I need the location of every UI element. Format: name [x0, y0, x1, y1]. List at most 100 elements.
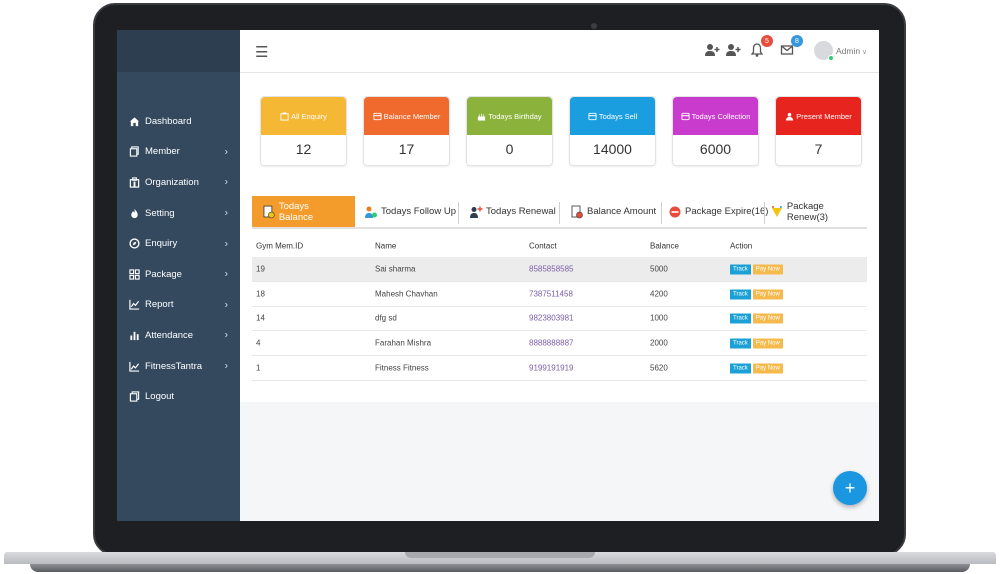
notification-bell-icon[interactable]: 5	[750, 35, 773, 60]
track-button[interactable]: Track	[730, 338, 751, 349]
sidebar-item-label: Enquiry	[145, 238, 178, 250]
table-row: 1 Fitness Fitness 9199191919 5620 Track P…	[252, 356, 867, 381]
card-all-enquiry[interactable]: All Enquiry 12	[260, 96, 347, 166]
sidebar-item-label: Report	[145, 299, 174, 311]
pay-now-button[interactable]: Pay Now	[752, 313, 783, 324]
chevron-right-icon: ›	[224, 238, 228, 250]
renewal-user-icon	[470, 206, 483, 218]
card-header: Todays Birthday	[467, 97, 552, 135]
card-label: Todays Birthday	[488, 111, 542, 121]
sidebar-item-attendance[interactable]: Attendance ›	[117, 320, 240, 351]
column-header: Name	[375, 241, 397, 251]
chevron-right-icon: ›	[224, 299, 228, 311]
present-member-icon	[786, 112, 794, 121]
track-button[interactable]: Track	[730, 289, 751, 300]
sidebar-item-label: Logout	[145, 391, 175, 403]
tab-balance-amount[interactable]: Balance Amount	[570, 196, 656, 227]
contact-link[interactable]: 8585858585	[529, 264, 574, 273]
member-id: 19	[256, 264, 265, 274]
row-actions: Track Pay Now	[730, 263, 783, 275]
card-value: 0	[505, 141, 514, 157]
sidebar-item-dashboard[interactable]: Dashboard	[117, 106, 240, 137]
track-button[interactable]: Track	[730, 313, 751, 324]
add-fab-button[interactable]: +	[833, 471, 867, 505]
pay-now-button[interactable]: Pay Now	[752, 363, 783, 374]
tab-package-renew[interactable]: Package Renew(3)	[770, 196, 867, 227]
hamburger-menu-icon[interactable]: ☰	[255, 43, 268, 61]
member-id: 1	[256, 363, 261, 373]
user-menu[interactable]: Admin ∨	[836, 46, 867, 56]
contact-link[interactable]: 9199191919	[529, 364, 574, 373]
tab-label: Package Renew(3)	[786, 200, 829, 223]
card-value: 12	[295, 141, 312, 157]
column-header: Balance	[650, 241, 679, 251]
member-id: 14	[256, 313, 265, 323]
chevron-right-icon: ›	[224, 329, 228, 341]
sidebar-item-label: Member	[145, 146, 180, 158]
tab-label: Todays Renewal	[486, 206, 556, 217]
track-button[interactable]: Track	[730, 264, 751, 275]
tab-package-expire[interactable]: Package Expire(16)	[668, 196, 768, 227]
sidebar: Dashboard Member › Organization › Settin…	[117, 30, 240, 521]
card-header: All Enquiry	[261, 97, 346, 135]
topbar: ☰ 5 8 Admin ∨	[240, 30, 879, 73]
pay-now-button[interactable]: Pay Now	[752, 264, 783, 275]
balance-doc-icon	[263, 205, 275, 218]
sidebar-item-label: Setting	[145, 207, 175, 219]
tab-todays-renewal[interactable]: Todays Renewal	[469, 196, 556, 227]
card-present-member[interactable]: Present Member 7	[775, 96, 862, 166]
card-header: Todays Collection	[673, 97, 758, 135]
balance-value: 5000	[650, 264, 668, 274]
card-balance-member[interactable]: Balance Member 17	[363, 96, 450, 166]
contact-link[interactable]: 8888888887	[529, 339, 574, 348]
sidebar-item-package[interactable]: Package ›	[117, 259, 240, 290]
contact-link[interactable]: 7387511458	[529, 289, 573, 298]
pay-now-button[interactable]: Pay Now	[752, 338, 783, 349]
card-label: Present Member	[796, 111, 852, 121]
column-header: Action	[730, 241, 753, 251]
table-row: 14 dfg sd 9823803981 1000 Track Pay Now	[252, 307, 867, 332]
avatar[interactable]	[814, 41, 834, 61]
sidebar-nav: Dashboard Member › Organization › Settin…	[117, 106, 240, 412]
pay-now-button[interactable]: Pay Now	[752, 289, 783, 300]
sidebar-item-setting[interactable]: Setting ›	[117, 198, 240, 229]
follow-up-icon	[365, 206, 377, 218]
notification-badge: 5	[761, 35, 773, 47]
balance-card-icon	[373, 112, 382, 120]
card-label: All Enquiry	[291, 111, 327, 121]
user-name: Admin	[836, 46, 861, 56]
card-todays-collection[interactable]: Todays Collection 6000	[672, 96, 759, 166]
balance-value: 2000	[650, 338, 668, 348]
sidebar-item-logout[interactable]: Logout	[117, 381, 240, 412]
card-label: Balance Member	[383, 111, 441, 121]
balance-amount-icon	[571, 205, 583, 218]
card-value: 14000	[593, 141, 632, 157]
row-actions: Track Pay Now	[730, 363, 783, 374]
contact-link[interactable]: 9823803981	[529, 314, 574, 323]
sidebar-item-organization[interactable]: Organization ›	[117, 167, 240, 198]
sidebar-item-enquiry[interactable]: Enquiry ›	[117, 228, 240, 259]
member-name: Farahan Mishra	[375, 338, 432, 348]
balance-value: 4200	[650, 289, 668, 299]
sidebar-item-member[interactable]: Member ›	[117, 137, 240, 168]
card-label: Todays Sell	[598, 111, 638, 121]
row-actions: Track Pay Now	[730, 288, 783, 300]
tab-todays-follow-up[interactable]: Todays Follow Up	[364, 196, 456, 227]
chevron-right-icon: ›	[224, 146, 228, 158]
column-header: Contact	[529, 241, 557, 251]
card-header: Present Member	[776, 97, 861, 135]
card-todays-sell[interactable]: Todays Sell 14000	[569, 96, 656, 166]
track-button[interactable]: Track	[730, 363, 751, 374]
message-icon[interactable]: 8	[780, 35, 803, 60]
message-badge: 8	[791, 35, 803, 47]
chevron-right-icon: ›	[224, 207, 228, 219]
tab-label: Todays Follow Up	[381, 206, 456, 217]
member-name: Mahesh Chavhan	[375, 289, 438, 299]
sidebar-item-fitnesstantra[interactable]: FitnessTantra ›	[117, 351, 240, 382]
add-member-icon[interactable]	[725, 42, 743, 60]
sidebar-item-report[interactable]: Report ›	[117, 290, 240, 321]
card-todays-birthday[interactable]: Todays Birthday 0	[466, 96, 553, 166]
sidebar-item-label: Organization	[145, 176, 199, 188]
tab-todays-balance[interactable]: Todays Balance	[252, 196, 355, 227]
add-user-icon[interactable]	[704, 42, 722, 60]
